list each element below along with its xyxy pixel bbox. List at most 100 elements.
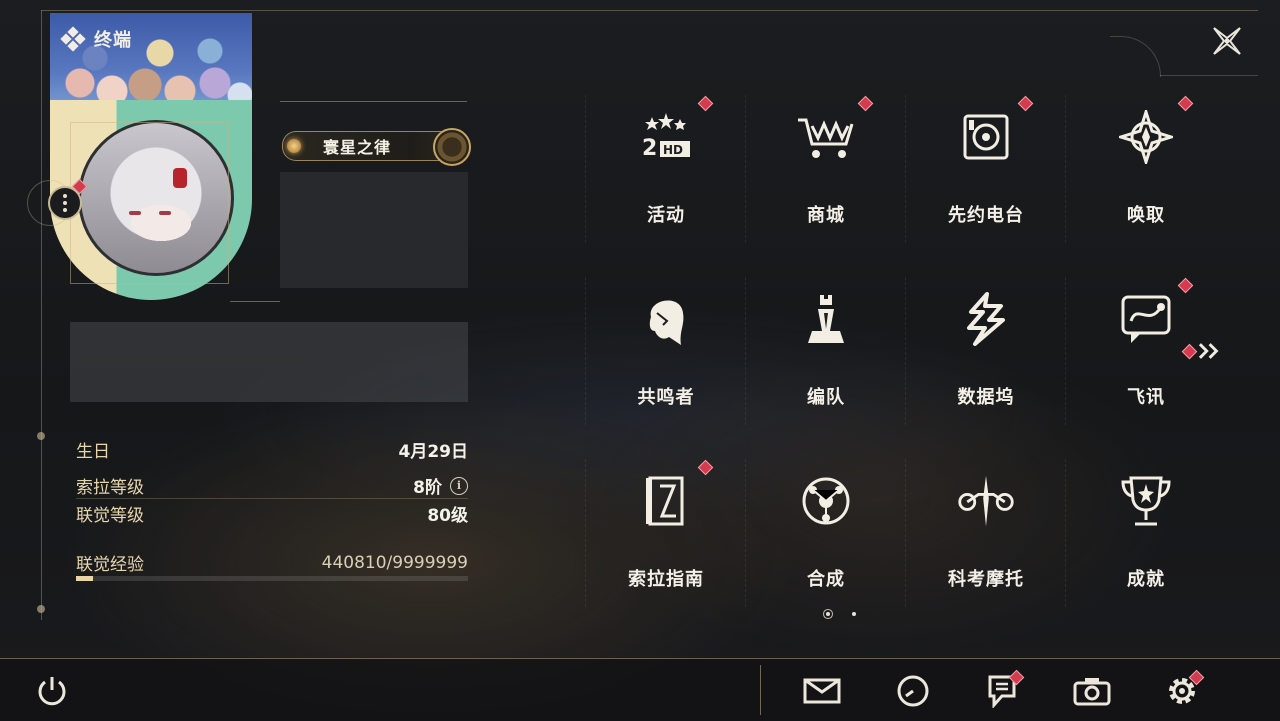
stat-birthday: 生日 4月29日 bbox=[76, 437, 468, 462]
info-icon[interactable]: i bbox=[450, 476, 468, 495]
notification-badge bbox=[857, 95, 874, 112]
page-indicator bbox=[826, 612, 856, 616]
menu-item-shop[interactable]: 商城 bbox=[745, 95, 906, 243]
frame-ornament bbox=[37, 605, 45, 613]
guide-book-icon bbox=[636, 471, 696, 531]
bottom-divider bbox=[760, 665, 761, 715]
menu-item-data-bank[interactable]: 数据坞 bbox=[905, 277, 1066, 425]
menu-item-events[interactable]: 2 HD 活动 bbox=[585, 95, 746, 243]
power-icon bbox=[38, 677, 66, 706]
blurred-info-panel bbox=[280, 172, 468, 288]
menu-item-label: 索拉指南 bbox=[628, 569, 704, 590]
stat-label: 生日 bbox=[76, 442, 110, 462]
stat-value-wrap: 8阶 i bbox=[413, 473, 468, 498]
trophy-icon bbox=[1116, 471, 1176, 531]
notification-badge bbox=[697, 95, 714, 112]
notice-button[interactable] bbox=[982, 669, 1025, 710]
frame-corner bbox=[1110, 36, 1161, 77]
stat-label: 联觉等级 bbox=[76, 506, 144, 526]
menu-item-label: 飞讯 bbox=[1127, 387, 1165, 408]
menu-grid: 2 HD 活动 商城 先约电台 唤取 共鸣者 编队 数据坞 飞讯 索拉指南 合成… bbox=[585, 95, 1226, 607]
menu-item-label: 活动 bbox=[647, 205, 685, 226]
stat-value: 8阶 bbox=[413, 478, 442, 498]
mail-button[interactable] bbox=[802, 672, 842, 710]
menu-item-achievements[interactable]: 成就 bbox=[1065, 459, 1226, 607]
chess-team-icon bbox=[796, 289, 856, 349]
notification-badge bbox=[697, 459, 714, 476]
stat-value: 80级 bbox=[427, 506, 468, 526]
history-button[interactable] bbox=[893, 672, 933, 710]
notification-badge bbox=[1181, 343, 1198, 359]
page-dot[interactable] bbox=[852, 612, 856, 616]
menu-item-synthesis[interactable]: 合成 bbox=[745, 459, 906, 607]
frame-ornament bbox=[37, 432, 45, 440]
notification-badge bbox=[1177, 277, 1194, 294]
frame-top-line bbox=[41, 10, 1258, 11]
summon-compass-icon bbox=[1116, 107, 1176, 167]
page-dot-active[interactable] bbox=[826, 612, 830, 616]
terminal-logo-icon bbox=[60, 26, 86, 52]
stat-union-exp: 联觉经验 440810/9999999 bbox=[76, 550, 468, 576]
menu-item-label: 数据坞 bbox=[957, 387, 1015, 408]
menu-item-sola-guide[interactable]: 索拉指南 bbox=[585, 459, 746, 607]
frame-left-line bbox=[41, 10, 42, 620]
menu-item-summon[interactable]: 唤取 bbox=[1065, 95, 1226, 243]
exp-progress-fill bbox=[76, 576, 94, 581]
name-ring-icon bbox=[433, 128, 471, 166]
more-options-button[interactable] bbox=[48, 186, 82, 220]
notification-badge bbox=[1017, 95, 1034, 112]
camera-icon bbox=[1073, 678, 1111, 706]
menu-item-label: 成就 bbox=[1127, 569, 1165, 590]
player-name-plate[interactable]: 寰星之律 bbox=[282, 128, 471, 166]
more-dots-icon bbox=[63, 194, 67, 212]
camera-button[interactable] bbox=[1072, 672, 1112, 710]
next-page-button[interactable] bbox=[1181, 340, 1222, 362]
stat-sola-level: 索拉等级 8阶 i bbox=[76, 473, 468, 498]
synthesis-icon bbox=[796, 471, 856, 531]
stat-value: 440810/9999999 bbox=[321, 552, 468, 573]
player-name: 寰星之律 bbox=[323, 138, 392, 157]
notification-badge bbox=[1177, 95, 1194, 112]
divider bbox=[230, 301, 280, 302]
clock-icon bbox=[897, 675, 929, 707]
divider bbox=[76, 498, 468, 499]
2hd-event-icon: 2 HD bbox=[636, 107, 696, 167]
menu-item-motorbike[interactable]: 科考摩托 bbox=[905, 459, 1066, 607]
menu-item-label: 共鸣者 bbox=[637, 387, 695, 408]
avatar-outline bbox=[70, 122, 229, 284]
close-icon bbox=[1213, 27, 1241, 55]
menu-item-radio[interactable]: 先约电台 bbox=[905, 95, 1066, 243]
chat-message-icon bbox=[1116, 289, 1176, 349]
page-header: 终端 bbox=[60, 26, 132, 52]
menu-item-label: 编队 bbox=[807, 387, 845, 408]
name-gem-icon bbox=[287, 139, 301, 153]
stat-label: 索拉等级 bbox=[76, 478, 144, 498]
menu-item-label: 科考摩托 bbox=[948, 569, 1024, 590]
chevron-double-right-icon bbox=[1198, 343, 1219, 359]
data-bank-icon bbox=[956, 289, 1016, 349]
stat-value: 4月29日 bbox=[398, 442, 469, 462]
page-title: 终端 bbox=[94, 30, 132, 51]
menu-item-label: 合成 bbox=[807, 569, 845, 590]
shop-cart-icon bbox=[796, 107, 856, 167]
stat-union-level: 联觉等级 80级 bbox=[76, 501, 468, 526]
resonator-head-icon bbox=[636, 289, 696, 349]
radio-icon bbox=[956, 107, 1016, 167]
menu-item-label: 先约电台 bbox=[948, 205, 1024, 226]
stat-label: 联觉经验 bbox=[76, 555, 144, 575]
menu-item-team[interactable]: 编队 bbox=[745, 277, 906, 425]
close-button[interactable] bbox=[1208, 22, 1246, 60]
exp-progress-bar bbox=[76, 576, 468, 581]
divider bbox=[280, 101, 467, 102]
svg-text:2: 2 bbox=[642, 136, 657, 161]
svg-text:HD: HD bbox=[663, 143, 683, 157]
mail-icon bbox=[803, 678, 841, 704]
menu-item-resonators[interactable]: 共鸣者 bbox=[585, 277, 746, 425]
settings-button[interactable] bbox=[1162, 669, 1205, 710]
signature-panel[interactable] bbox=[70, 322, 468, 402]
menu-item-label: 唤取 bbox=[1127, 205, 1165, 226]
menu-item-label: 商城 bbox=[807, 205, 845, 226]
power-button[interactable] bbox=[32, 672, 72, 710]
frame-right-line bbox=[1160, 75, 1258, 76]
motorbike-icon bbox=[956, 471, 1016, 531]
